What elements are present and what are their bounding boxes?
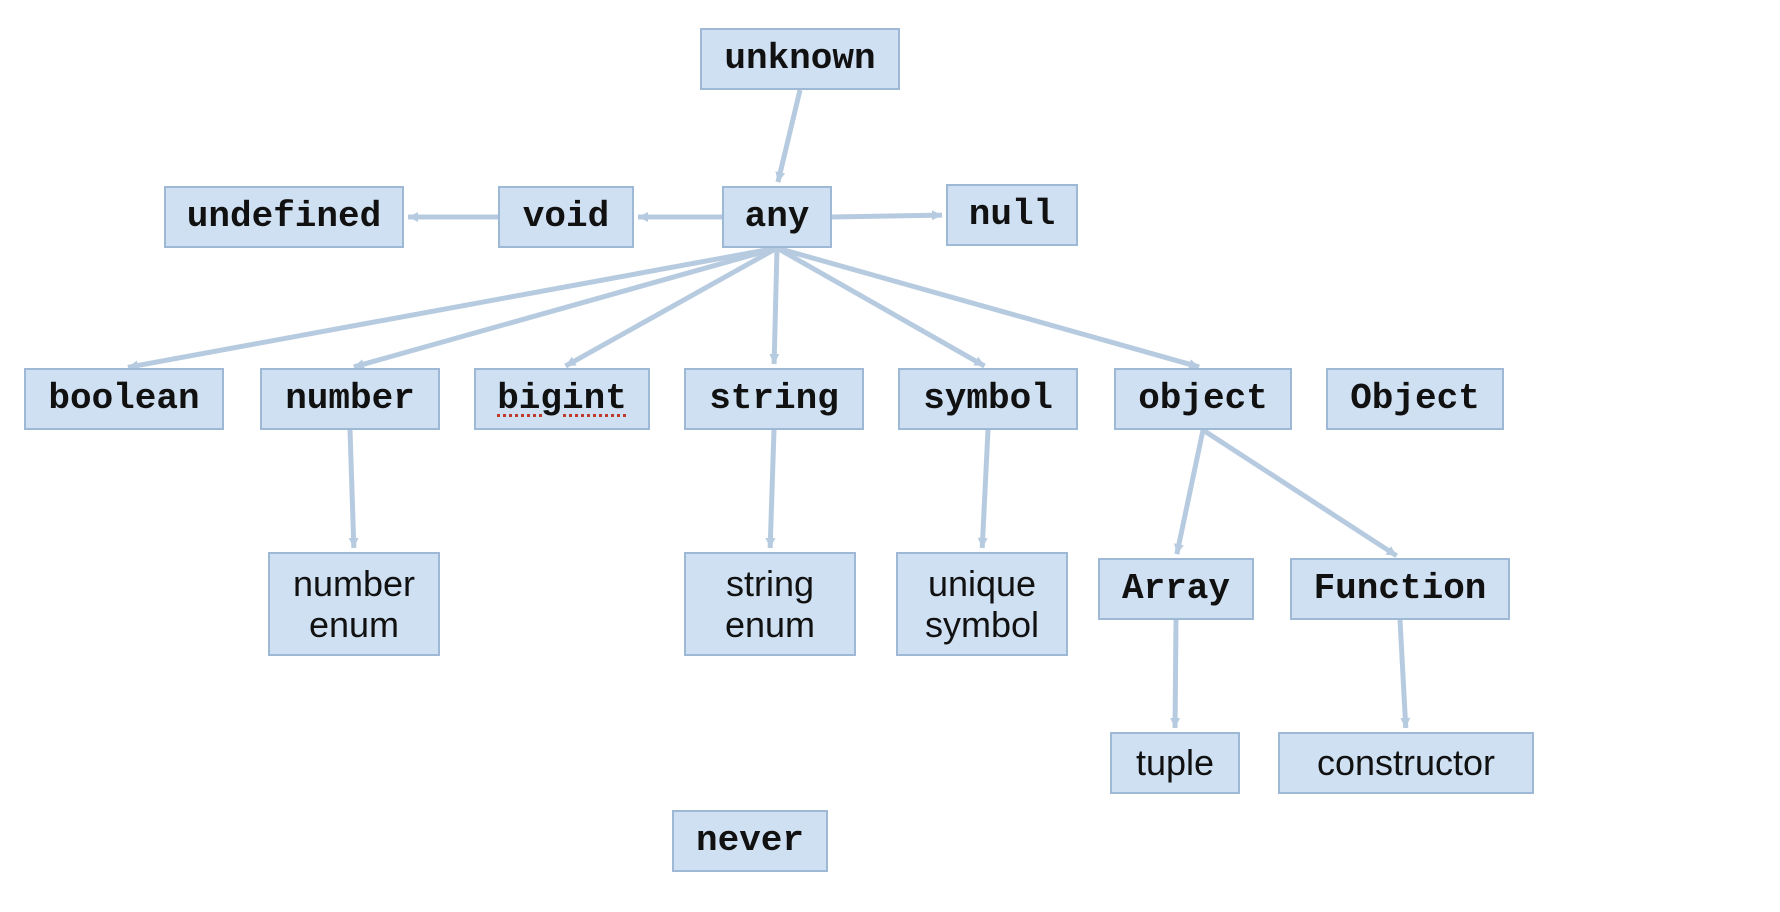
node-void: void — [498, 186, 634, 248]
edge-Array-to-tuple — [1175, 620, 1176, 728]
edge-number-to-number_enum — [350, 430, 354, 548]
node-object-cap: Object — [1326, 368, 1504, 430]
node-number: number — [260, 368, 440, 430]
edge-object-to-Function — [1203, 430, 1397, 556]
node-boolean: boolean — [24, 368, 224, 430]
node-any: any — [722, 186, 832, 248]
node-never: never — [672, 810, 828, 872]
node-bigint: bigint — [474, 368, 650, 430]
edge-any-to-string — [774, 248, 777, 364]
edge-symbol-to-unique_symbol — [982, 430, 988, 548]
edge-any-to-object — [777, 248, 1199, 367]
edge-any-to-null — [832, 215, 942, 217]
node-undefined: undefined — [164, 186, 404, 248]
node-number-enum: number enum — [268, 552, 440, 656]
node-symbol: symbol — [898, 368, 1078, 430]
edge-string-to-string_enum — [770, 430, 774, 548]
edge-any-to-bigint — [565, 248, 777, 366]
edge-unknown-to-any — [778, 90, 800, 182]
edge-any-to-boolean — [128, 248, 777, 367]
node-null: null — [946, 184, 1078, 246]
node-constructor: constructor — [1278, 732, 1534, 794]
node-string-enum: string enum — [684, 552, 856, 656]
edge-any-to-symbol — [777, 248, 985, 366]
node-string: string — [684, 368, 864, 430]
node-object: object — [1114, 368, 1292, 430]
node-unknown: unknown — [700, 28, 900, 90]
edge-Function-to-constructor — [1400, 620, 1406, 728]
edge-object-to-Array — [1177, 430, 1203, 554]
diagram-canvas: unknown any void undefined null boolean … — [0, 0, 1780, 912]
node-function: Function — [1290, 558, 1510, 620]
edge-any-to-number — [354, 248, 777, 367]
node-array: Array — [1098, 558, 1254, 620]
node-tuple: tuple — [1110, 732, 1240, 794]
node-unique-symbol: unique symbol — [896, 552, 1068, 656]
